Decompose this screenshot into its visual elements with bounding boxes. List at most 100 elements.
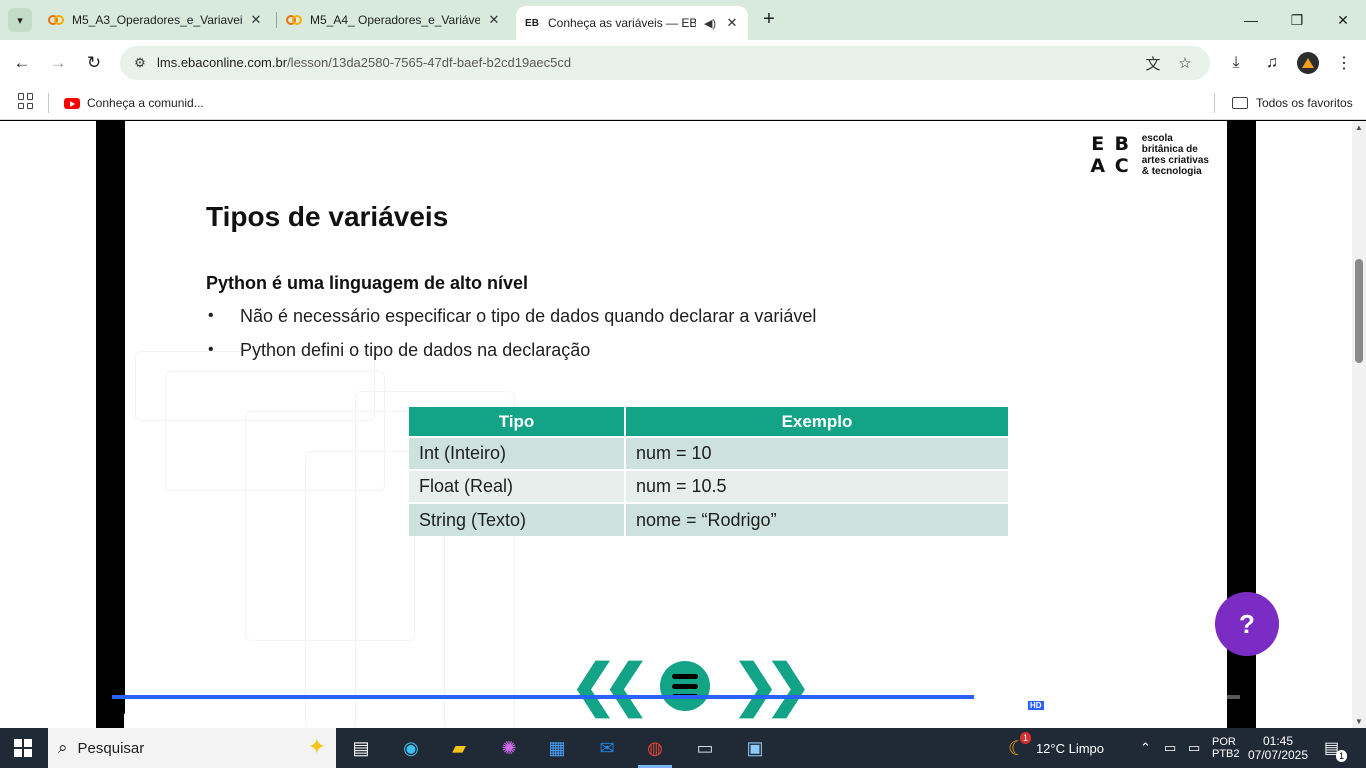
slide-subtitle: Python é uma linguagem de alto nível — [206, 273, 529, 293]
subtitles-icon[interactable]: ▭ — [1174, 711, 1189, 728]
chevron-up-icon[interactable]: ⌃ — [1140, 728, 1151, 768]
volume-icon[interactable]: ◀) — [1098, 711, 1116, 728]
table-header: Exemplo — [625, 407, 1010, 437]
slide-navigation: ❮❮ ❯❯ — [570, 657, 812, 713]
edge-icon[interactable]: ◉ — [392, 732, 430, 764]
scroll-thumb[interactable] — [1355, 259, 1363, 363]
network-icon[interactable]: ▭ — [1188, 728, 1200, 768]
translate-icon[interactable]: 文 — [1144, 54, 1162, 73]
remote-desktop-icon[interactable]: ▣ — [736, 732, 774, 764]
tab-search-button[interactable]: ▾ — [8, 8, 32, 32]
bullet-list: Não é necessário especificar o tipo de d… — [206, 303, 816, 371]
apps-grid-icon[interactable] — [18, 93, 34, 109]
chrome-icon[interactable]: ◍ — [636, 732, 674, 768]
rewind-10-icon[interactable]: ↺ — [156, 711, 169, 728]
tab-title: M5_A4_ Operadores_e_Variáveis — [310, 13, 480, 27]
table-cell: nome = “Rodrigo” — [625, 502, 1010, 536]
screenshot-icon[interactable]: ◎ — [1138, 711, 1152, 728]
folder-icon — [1232, 97, 1248, 109]
tab-m5-a3[interactable]: M5_A3_Operadores_e_Variaveis ✕ — [40, 0, 272, 40]
clock[interactable]: 01:45 07/07/2025 — [1248, 728, 1308, 768]
logo-line: escola — [1141, 133, 1173, 144]
table-row: Float (Real) num = 10.5 — [409, 469, 1010, 503]
table-header-row: Tipo Exemplo — [409, 407, 1010, 437]
all-favorites-folder[interactable]: Todos os favoritos — [1232, 92, 1353, 114]
bookmarks-divider — [1214, 93, 1215, 113]
table-cell: num = 10 — [625, 436, 1010, 470]
file-explorer-icon[interactable]: ▰ — [440, 732, 478, 764]
speed-icon[interactable]: ⏲ — [978, 711, 990, 728]
slide-menu-button[interactable] — [660, 661, 710, 711]
close-icon[interactable]: ✕ — [724, 15, 740, 31]
search-icon: ⌕ — [58, 738, 68, 757]
search-placeholder: Pesquisar — [77, 739, 145, 757]
outlook-icon[interactable]: ✉ — [588, 732, 626, 764]
terminal-icon[interactable]: ▭ — [686, 732, 724, 764]
logo-line: britânica de — [1141, 144, 1198, 155]
bookmark-conheca-comunidade[interactable]: Conheça a comunid... — [64, 92, 204, 114]
microsoft-store-icon[interactable]: ▦ — [538, 732, 576, 764]
help-button[interactable]: ? — [1215, 592, 1279, 656]
hd-badge: HD — [1028, 701, 1044, 710]
pause-icon[interactable]: ❚❚ — [120, 711, 147, 728]
table-row: String (Texto) nome = “Rodrigo” — [409, 502, 1010, 536]
windows-start-icon[interactable] — [14, 739, 32, 757]
scroll-down-arrow[interactable]: ▼ — [1355, 717, 1363, 726]
scroll-up-arrow[interactable]: ▲ — [1355, 123, 1363, 132]
next-slide-icon[interactable]: ❯❯ — [732, 657, 812, 713]
bookmarks-divider — [48, 93, 49, 113]
reload-button[interactable]: ↻ — [82, 51, 106, 75]
notifications-icon[interactable]: ▤ — [1324, 728, 1339, 768]
close-window-button[interactable]: ✕ — [1320, 0, 1366, 40]
page-scrollbar[interactable]: ▲ ▼ — [1352, 121, 1366, 728]
forward-10-icon[interactable]: ↻ — [196, 711, 209, 728]
site-settings-icon[interactable]: ⚙ — [132, 55, 148, 71]
forward-button[interactable]: → — [46, 51, 70, 75]
settings-icon[interactable]: ⚙ — [1018, 711, 1032, 728]
table-header: Tipo — [409, 407, 626, 437]
lesson-slide: EBAC escola britânica de artes criativas… — [125, 121, 1227, 728]
restore-button[interactable]: ❐ — [1274, 0, 1320, 40]
task-view-icon[interactable]: ▤ — [342, 732, 380, 764]
back-button[interactable]: ← — [10, 51, 34, 75]
ebac-mark-icon: EBAC — [1090, 133, 1129, 177]
folder-label: Todos os favoritos — [1256, 96, 1353, 110]
language-indicator[interactable]: POR PTB2 — [1212, 728, 1240, 768]
close-icon[interactable]: ✕ — [248, 12, 264, 28]
table-cell: num = 10.5 — [625, 469, 1010, 503]
variable-types-table: Tipo Exemplo Int (Inteiro) num = 10 Floa… — [409, 407, 1010, 536]
download-icon[interactable]: ⤓ — [1225, 52, 1247, 74]
speaker-icon[interactable]: ◀) — [702, 17, 718, 30]
youtube-icon — [64, 97, 80, 109]
copilot-icon[interactable]: ✺ — [490, 732, 528, 764]
menu-icon[interactable]: ⋮ — [1333, 52, 1355, 74]
profile-avatar[interactable] — [1297, 52, 1319, 74]
tab-strip: ▾ M5_A3_Operadores_e_Variaveis ✕ M5_A4_ … — [0, 0, 1366, 40]
close-icon[interactable]: ✕ — [486, 12, 502, 28]
new-tab-button[interactable]: + — [758, 8, 780, 32]
language-code: POR — [1212, 736, 1236, 748]
taskbar-search[interactable]: ⌕ Pesquisar ✦ — [48, 728, 336, 768]
star-icon[interactable]: ☆ — [1176, 54, 1194, 72]
tab-m5-a4[interactable]: M5_A4_ Operadores_e_Variáveis ✕ — [278, 0, 510, 40]
media-control-icon[interactable]: ♫ — [1261, 52, 1283, 74]
keyboard-layout: PTB2 — [1212, 748, 1240, 760]
weather-text: 12°C Limpo — [1035, 740, 1105, 756]
ebac-logo: EBAC escola britânica de artes criativas… — [1088, 133, 1209, 177]
ebac-favicon-icon: EB — [525, 17, 539, 29]
previous-slide-icon[interactable]: ❮❮ — [570, 657, 650, 713]
minimize-button[interactable]: — — [1228, 0, 1274, 40]
table-cell: Float (Real) — [409, 469, 626, 503]
miniplayer-icon[interactable]: ▣ — [1058, 711, 1073, 728]
table-row: Int (Inteiro) num = 10 — [409, 436, 1010, 470]
meet-icon[interactable]: ▭ — [1164, 728, 1176, 768]
tab-title: M5_A3_Operadores_e_Variaveis — [72, 13, 242, 27]
fullscreen-icon[interactable]: ⛶ — [1212, 711, 1223, 728]
url-text[interactable]: lms.ebaconline.com.br/lesson/13da2580-75… — [157, 55, 571, 70]
tab-divider — [276, 12, 277, 28]
tab-title: Conheça as variáveis — EBAC — [548, 16, 696, 30]
colab-icon — [286, 12, 302, 28]
video-progress-bar[interactable] — [112, 695, 1240, 699]
address-bar[interactable]: ⚙ lms.ebaconline.com.br/lesson/13da2580-… — [120, 46, 1210, 80]
tab-conheca-variaveis[interactable]: EB Conheça as variáveis — EBAC ◀) ✕ — [516, 6, 748, 40]
